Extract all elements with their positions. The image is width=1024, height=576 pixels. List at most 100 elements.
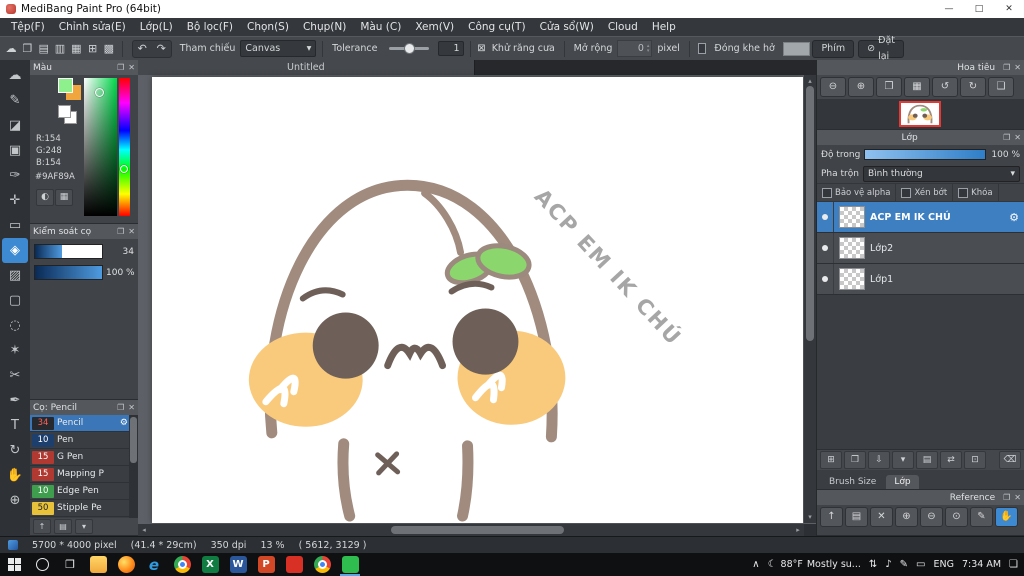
pen-settings-icon[interactable]: ✎ (900, 559, 908, 570)
reference-select[interactable]: Canvas ▾ (240, 40, 317, 57)
canvas-tab-untitled[interactable]: Untitled (138, 60, 475, 75)
nav-pixel-grid-icon[interactable]: ▦ (904, 77, 930, 97)
publish-icon[interactable]: ❐ (20, 40, 34, 58)
reset-button[interactable]: ⊘ Đặt lại (858, 35, 904, 62)
network-icon[interactable]: ⇅ (869, 559, 877, 570)
redo-button[interactable]: ↷ (152, 41, 171, 57)
grid-icon[interactable]: ⊞ (85, 40, 99, 58)
popout-icon[interactable]: ❐ (117, 403, 124, 412)
popout-icon[interactable]: ❐ (117, 63, 124, 72)
hidden-icons-chevron[interactable]: ∧ (752, 559, 759, 570)
tolerance-value[interactable]: 1 (437, 41, 464, 56)
ref-close-icon[interactable]: ✕ (870, 507, 893, 527)
select-tool[interactable]: ▢ (2, 288, 28, 313)
foreground-color-swatch[interactable] (58, 78, 73, 93)
task-view-button[interactable]: ❐ (56, 553, 84, 576)
close-icon[interactable]: ✕ (1014, 493, 1021, 502)
marquee-tool[interactable]: ▭ (2, 213, 28, 238)
tab-layer[interactable]: Lớp (886, 475, 919, 489)
taskbar-app-file-explorer[interactable] (84, 553, 112, 576)
pen-nib-tool[interactable]: ✒ (2, 388, 28, 413)
taskbar-app-chrome[interactable] (168, 553, 196, 576)
sv-picker-dot[interactable] (94, 87, 104, 97)
nav-rotate-right-icon[interactable]: ↻ (960, 77, 986, 97)
taskbar-app-medibang[interactable] (336, 553, 364, 576)
color-wheel-icon[interactable]: ◐ (36, 189, 54, 206)
menu-item-color[interactable]: Màu (C) (353, 21, 408, 33)
layer-settings-icon[interactable]: ⚙ (1009, 211, 1019, 224)
brush-item-gpen[interactable]: 15 G Pen (30, 449, 138, 466)
lasso-tool[interactable]: ◌ (2, 313, 28, 338)
minimize-button[interactable]: — (934, 0, 964, 18)
close-icon[interactable]: ✕ (128, 403, 135, 412)
layer-folder-icon[interactable]: ▤ (916, 451, 938, 469)
saturation-value-picker[interactable] (84, 78, 117, 216)
tolerance-slider-knob[interactable] (403, 43, 415, 54)
menu-item-filter[interactable]: Bộ lọc(F) (180, 21, 240, 33)
open-icon[interactable]: ▤ (37, 40, 51, 58)
close-gap-checkbox[interactable] (697, 43, 707, 54)
brush-opacity-value[interactable]: 100 % (106, 268, 135, 278)
zoom-tool[interactable]: ⊕ (2, 488, 28, 513)
popout-icon[interactable]: ❐ (1003, 133, 1010, 142)
menu-item-tools[interactable]: Công cụ(T) (461, 21, 532, 33)
layer-visibility-toggle[interactable] (817, 233, 834, 263)
close-icon[interactable]: ✕ (128, 227, 135, 236)
text-tool[interactable]: T (2, 413, 28, 438)
close-gap-label[interactable]: Đóng khe hở (714, 43, 774, 54)
cloud-tool[interactable]: ☁ (2, 63, 28, 88)
ref-up-icon[interactable]: ↑ (820, 507, 843, 527)
tolerance-slider[interactable] (389, 43, 429, 54)
ref-zoom-reset-icon[interactable]: ⊙ (945, 507, 968, 527)
taskbar-app-firefox[interactable] (112, 553, 140, 576)
horizontal-scrollbar[interactable]: ◂ ▸ (138, 524, 804, 536)
protect-alpha-checkbox[interactable]: Bảo vệ alpha (817, 184, 897, 201)
volume-icon[interactable]: ♪ (885, 559, 891, 570)
popout-icon[interactable]: ❐ (1003, 63, 1010, 72)
menu-item-window[interactable]: Cửa sổ(W) (533, 21, 601, 33)
material-icon[interactable]: ▩ (102, 40, 116, 58)
tab-brush-size[interactable]: Brush Size (821, 475, 884, 489)
menu-item-layer[interactable]: Lớp(L) (133, 21, 180, 33)
hand-tool[interactable]: ✋ (2, 463, 28, 488)
brush-item-stipple-pen[interactable]: 50 Stipple Pe (30, 500, 138, 517)
layer-visibility-toggle[interactable] (817, 264, 834, 294)
transparent-swatch[interactable] (58, 105, 71, 118)
rotate-tool[interactable]: ↻ (2, 438, 28, 463)
taskbar-app-edge[interactable]: e (140, 553, 168, 576)
vertical-scroll-thumb[interactable] (806, 86, 814, 342)
save-icon[interactable]: ▥ (53, 40, 67, 58)
brush-settings-icon[interactable]: ⚙ (120, 418, 128, 428)
layer-row-lop2[interactable]: Lớp2 (817, 233, 1024, 264)
menu-item-select[interactable]: Chọn(S) (240, 21, 296, 33)
language-indicator[interactable]: ENG (933, 559, 953, 570)
layer-visibility-toggle[interactable] (817, 202, 834, 232)
layer-combine-icon[interactable]: ⊡ (964, 451, 986, 469)
start-button[interactable] (0, 553, 28, 576)
add-brush-icon[interactable]: ↑ (33, 519, 51, 534)
menu-item-edit[interactable]: Chỉnh sửa(E) (52, 21, 133, 33)
nav-rotate-left-icon[interactable]: ↺ (932, 77, 958, 97)
brush-item-mapping-pen[interactable]: 15 Mapping P (30, 466, 138, 483)
brush-item-pen[interactable]: 10 Pen (30, 432, 138, 449)
vertical-scrollbar[interactable]: ▴ ▾ (804, 75, 816, 523)
canvas-page[interactable]: ACP EM IK CHÚ (152, 77, 803, 523)
nav-fit-icon[interactable]: ❒ (876, 77, 902, 97)
weather-widget[interactable]: ☾ 88°F Mostly su... (768, 559, 861, 570)
taskbar-app-word[interactable]: W (224, 553, 252, 576)
duplicate-layer-icon[interactable]: ❐ (844, 451, 866, 469)
magic-wand-tool[interactable]: ✶ (2, 338, 28, 363)
menu-item-snap[interactable]: Chụp(N) (296, 21, 353, 33)
brush-size-value[interactable]: 34 (106, 247, 134, 257)
brush-item-edge-pen[interactable]: 10 Edge Pen (30, 483, 138, 500)
nav-zoom-in-icon[interactable]: ⊕ (848, 77, 874, 97)
export-icon[interactable]: ▦ (69, 40, 83, 58)
menu-item-view[interactable]: Xem(V) (408, 21, 461, 33)
search-button[interactable] (28, 553, 56, 576)
brush-opacity-slider[interactable] (34, 265, 103, 280)
layer-row-lop1[interactable]: Lớp1 (817, 264, 1024, 295)
eraser-tool[interactable]: ◪ (2, 113, 28, 138)
key-button[interactable]: Phím (812, 39, 855, 58)
hue-slider[interactable] (119, 78, 130, 216)
taskbar-app-red[interactable] (280, 553, 308, 576)
